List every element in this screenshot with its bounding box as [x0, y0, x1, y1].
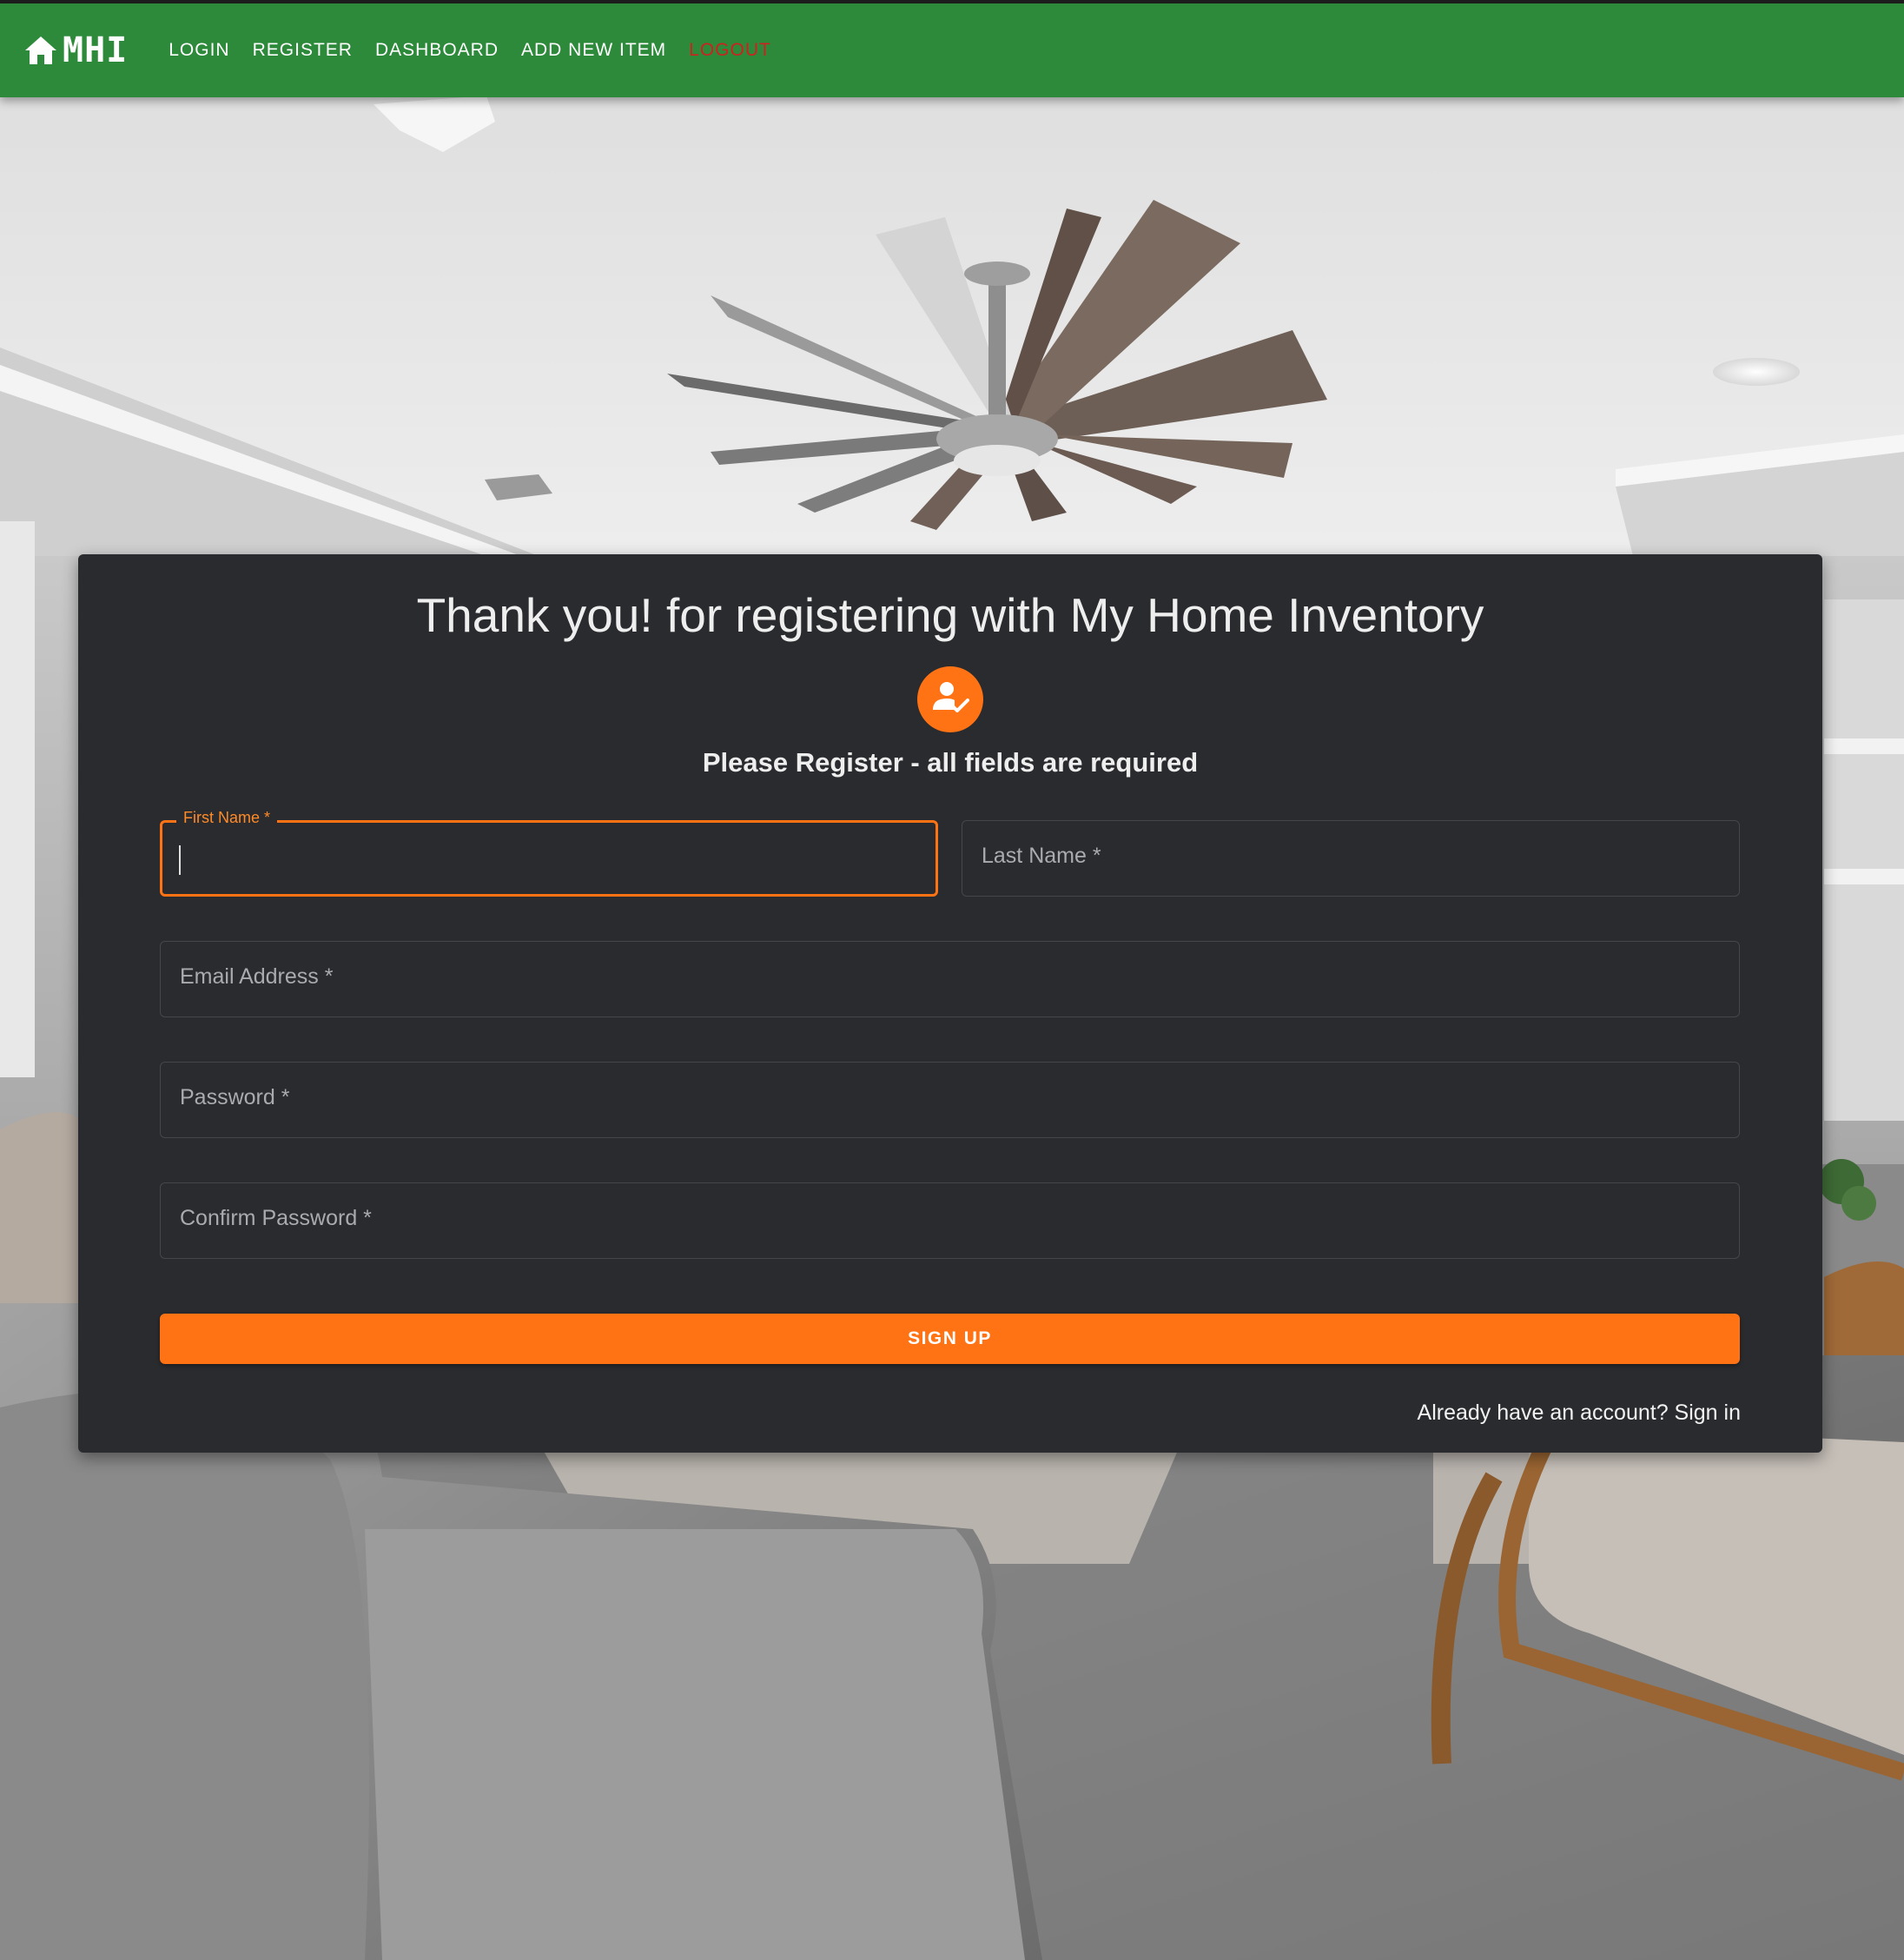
- confirm-password-field[interactable]: Confirm Password *: [160, 1182, 1740, 1259]
- nav-logout[interactable]: LOGOUT: [689, 33, 771, 68]
- brand-name: MHI: [63, 30, 129, 70]
- password-label: Password *: [180, 1085, 290, 1109]
- app-bar: MHI LOGIN REGISTER DASHBOARD ADD NEW ITE…: [0, 0, 1904, 97]
- text-caret: [179, 845, 181, 875]
- last-name-field[interactable]: Last Name *: [962, 820, 1740, 897]
- first-name-field[interactable]: First Name *: [160, 809, 938, 897]
- person-check-icon: [929, 677, 971, 723]
- avatar: [917, 666, 983, 732]
- email-field[interactable]: Email Address *: [160, 941, 1740, 1017]
- nav-dashboard[interactable]: DASHBOARD: [375, 33, 499, 68]
- nav-login[interactable]: LOGIN: [169, 33, 229, 68]
- sign-up-button[interactable]: SIGN UP: [160, 1314, 1740, 1364]
- first-name-label: First Name *: [176, 809, 278, 827]
- registration-card: Thank you! for registering with My Home …: [78, 554, 1822, 1453]
- form-subtitle: Please Register - all fields are require…: [702, 747, 1199, 778]
- sign-in-link[interactable]: Already have an account? Sign in: [1418, 1400, 1741, 1426]
- last-name-label: Last Name *: [982, 844, 1101, 868]
- brand-logo[interactable]: MHI: [24, 30, 128, 70]
- confirm-password-label: Confirm Password *: [180, 1206, 372, 1230]
- password-field[interactable]: Password *: [160, 1062, 1740, 1138]
- home-icon: [24, 36, 57, 65]
- email-label: Email Address *: [180, 964, 334, 989]
- page-title: Thank you! for registering with My Home …: [416, 588, 1484, 642]
- nav-add-new-item[interactable]: ADD NEW ITEM: [521, 33, 666, 68]
- nav-register[interactable]: REGISTER: [253, 33, 353, 68]
